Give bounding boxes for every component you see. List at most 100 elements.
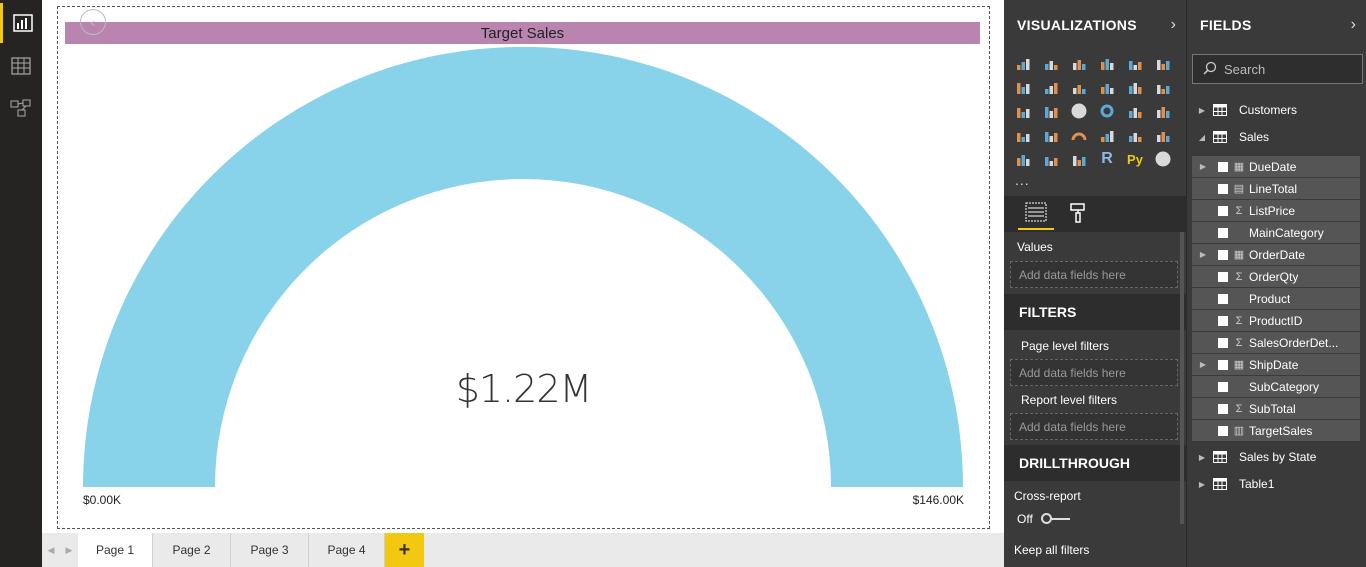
gauge-visual[interactable]: Target Sales ‹ $1.22M $0.00K $146.00K [57,6,990,529]
field-checkbox[interactable] [1218,425,1228,436]
field-row[interactable]: Σ OrderQty [1192,266,1360,287]
fields-tab[interactable] [1018,200,1054,230]
collapse-visualizations-button[interactable]: › [1171,16,1176,34]
field-checkbox[interactable] [1218,403,1228,414]
more-visuals-button[interactable]: ... [1015,172,1030,188]
field-checkbox[interactable] [1218,205,1228,216]
stacked-area-icon[interactable] [1069,77,1089,97]
cross-report-toggle[interactable] [1040,513,1071,524]
table-customers[interactable]: ▶ Customers [1187,99,1366,121]
tab-next-button[interactable]: ▶ [60,533,78,567]
stacked-bar-icon[interactable] [1013,53,1033,73]
model-view-button[interactable] [0,88,42,128]
field-row[interactable]: Σ SubTotal [1192,398,1360,419]
clustered-bar-icon[interactable] [1069,53,1089,73]
collapse-fields-button[interactable]: › [1351,16,1356,34]
values-drop-zone[interactable]: Add data fields here [1010,261,1178,288]
report-view-button[interactable] [0,3,42,43]
fields-search-input[interactable]: Search [1192,54,1363,84]
table-icon [1213,104,1227,116]
add-page-button[interactable]: + [385,533,424,567]
field-name: SubTotal [1249,401,1296,416]
page-tab-4[interactable]: Page 4 [309,533,385,567]
table-icon [1213,478,1227,490]
100-bar-icon[interactable] [1125,53,1145,73]
field-row[interactable]: ▶ ▦ DueDate [1192,156,1360,177]
field-checkbox[interactable] [1218,161,1228,172]
gauge-max-label: $146.00K [912,493,964,507]
format-tab[interactable] [1060,200,1096,230]
gauge-value-label: $1.22M [455,367,593,411]
data-view-icon [11,57,31,75]
stacked-column-icon[interactable] [1041,53,1061,73]
clustered-column-icon[interactable] [1097,53,1117,73]
table-sales[interactable]: ◢ Sales [1187,126,1366,148]
field-checkbox[interactable] [1218,293,1228,304]
field-checkbox[interactable] [1218,227,1228,238]
tab-prev-button[interactable]: ◀ [42,533,60,567]
line-column-icon[interactable] [1097,77,1117,97]
r-visual-icon[interactable]: R [1097,149,1117,169]
filled-map-icon[interactable] [1013,125,1033,145]
multi-row-card-icon[interactable] [1125,125,1145,145]
field-row[interactable]: SubCategory [1192,376,1360,397]
field-checkbox[interactable] [1218,271,1228,282]
slicer-icon[interactable] [1013,149,1033,169]
ribbon-chart-icon[interactable] [1153,77,1173,97]
field-checkbox[interactable] [1218,315,1228,326]
back-arrow-icon: ‹ [90,14,96,30]
field-row[interactable]: ▤ LineTotal [1192,178,1360,199]
field-row[interactable]: ▶ ▦ OrderDate [1192,244,1360,265]
table-name: Customers [1239,103,1298,117]
field-checkbox[interactable] [1218,183,1228,194]
table-visual-icon[interactable] [1041,149,1061,169]
report-canvas[interactable]: Target Sales ‹ $1.22M $0.00K $146.00K [42,0,1004,533]
kpi-icon[interactable] [1153,125,1173,145]
funnel-icon[interactable] [1041,125,1061,145]
expand-icon: ▶ [1198,105,1206,115]
line-clustered-icon[interactable] [1125,77,1145,97]
100-column-icon[interactable] [1153,53,1173,73]
data-view-button[interactable] [0,46,42,86]
line-chart-icon[interactable] [1013,77,1033,97]
globe-icon[interactable] [1153,149,1173,169]
waterfall-icon[interactable] [1013,101,1033,121]
page-tab-2[interactable]: Page 2 [153,533,231,567]
python-visual-icon[interactable]: Py [1125,149,1145,169]
page-filters-drop-zone[interactable]: Add data fields here [1010,359,1178,386]
viz-pane-scrollbar[interactable] [1180,232,1184,524]
table-table1[interactable]: ▶ Table1 [1187,473,1366,495]
donut-chart-icon[interactable] [1097,101,1117,121]
cross-report-label: Cross-report [1014,489,1081,503]
calc-icon: ▤ [1233,183,1245,195]
page-tab-3[interactable]: Page 3 [231,533,309,567]
page-filters-label: Page level filters [1021,339,1110,353]
field-checkbox[interactable] [1218,381,1228,392]
gauge-icon[interactable] [1069,125,1089,145]
field-row[interactable]: Σ ListPrice [1192,200,1360,221]
treemap-icon[interactable] [1125,101,1145,121]
field-checkbox[interactable] [1218,249,1228,260]
field-row[interactable]: ▶ ▦ ShipDate [1192,354,1360,375]
field-row[interactable]: Σ ProductID [1192,310,1360,331]
field-name: Product [1249,291,1291,306]
back-arrow-button[interactable]: ‹ [80,9,106,35]
report-filters-drop-zone[interactable]: Add data fields here [1010,413,1178,440]
field-row[interactable]: Σ SalesOrderDet... [1192,332,1360,353]
card-icon[interactable] [1097,125,1117,145]
field-checkbox[interactable] [1218,359,1228,370]
field-row[interactable]: MainCategory [1192,222,1360,243]
field-checkbox[interactable] [1218,337,1228,348]
values-label: Values [1017,240,1053,254]
map-icon[interactable] [1153,101,1173,121]
field-row[interactable]: ▥ TargetSales [1192,420,1360,441]
area-chart-icon[interactable] [1041,77,1061,97]
pie-chart-icon[interactable] [1069,101,1089,121]
table-name: Sales by State [1239,450,1317,464]
table-sales-by-state[interactable]: ▶ Sales by State [1187,446,1366,468]
field-row[interactable]: Product [1192,288,1360,309]
fields-header: FIELDS › [1187,0,1366,50]
scatter-icon[interactable] [1041,101,1061,121]
matrix-icon[interactable] [1069,149,1089,169]
page-tab-1[interactable]: Page 1 [78,533,153,567]
